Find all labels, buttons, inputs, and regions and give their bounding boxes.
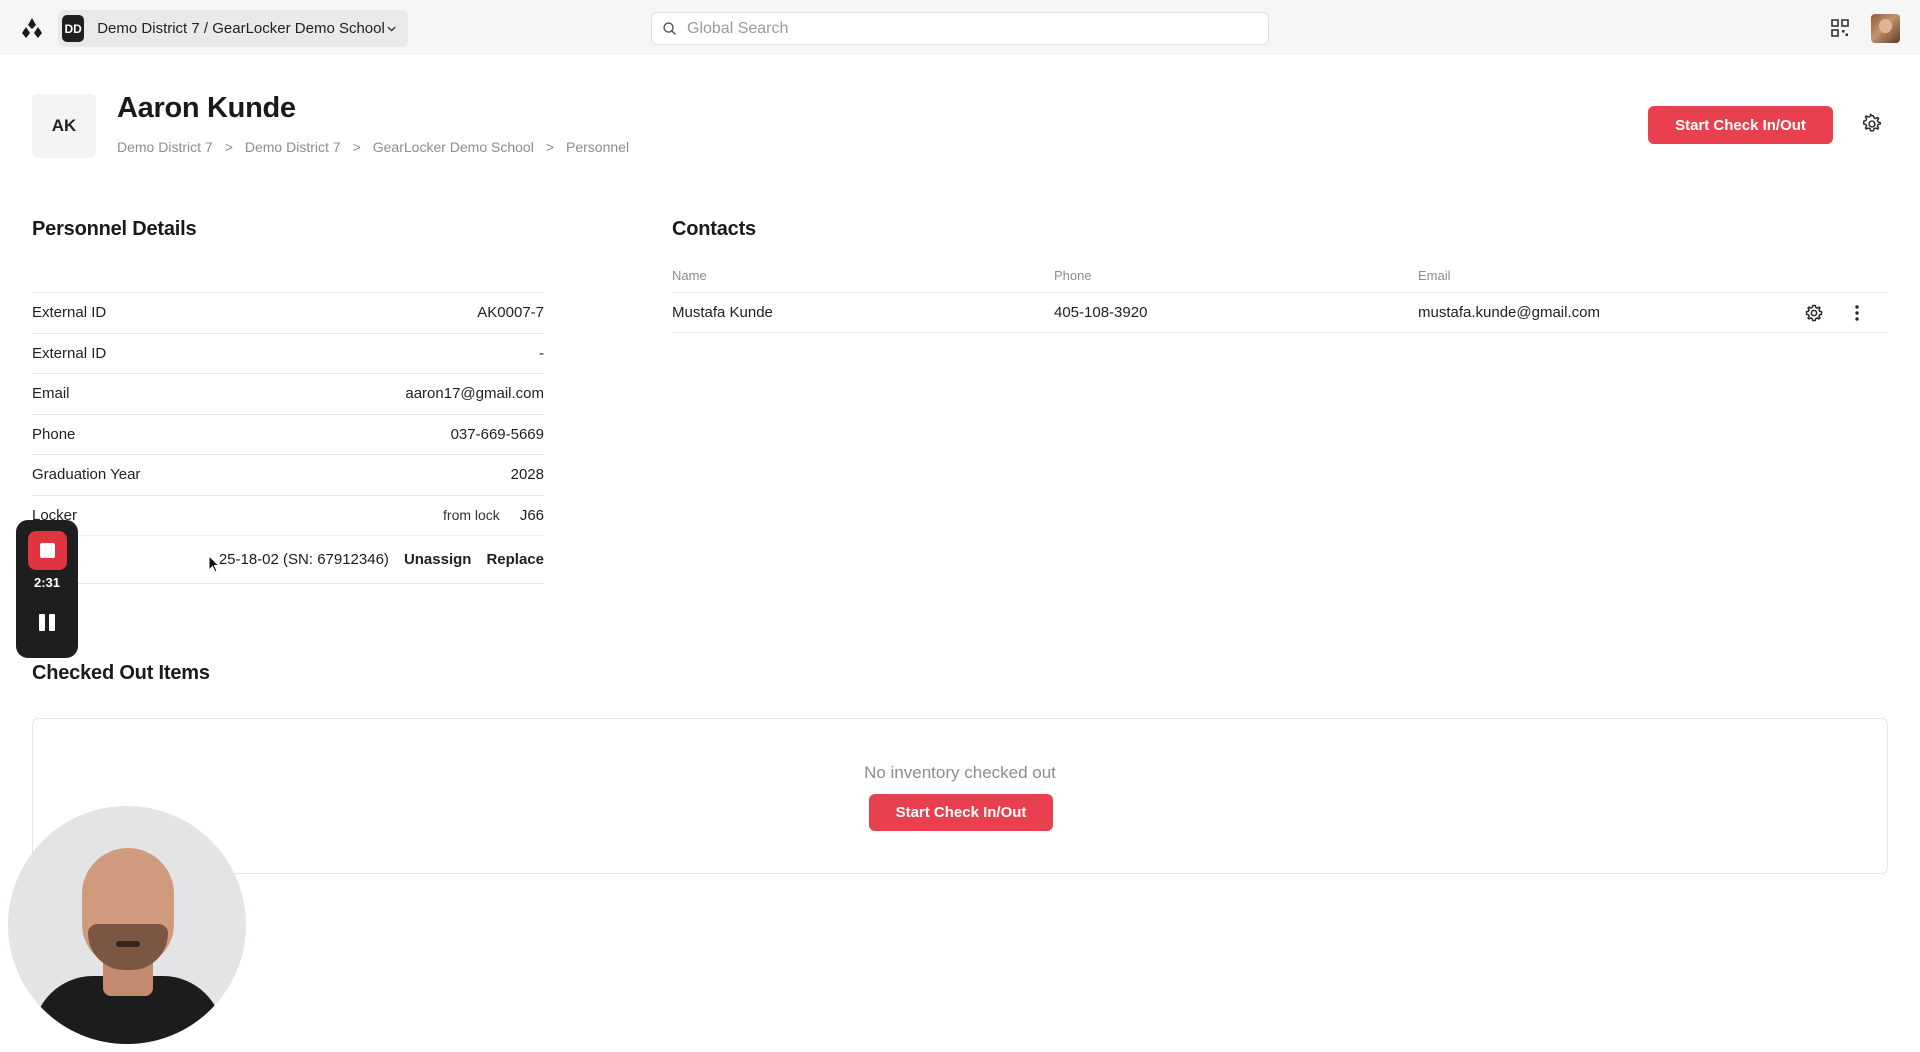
- detail-label: Phone: [32, 425, 76, 443]
- org-name: Demo District 7 / GearLocker Demo School: [97, 20, 385, 37]
- contacts-table: Name Phone Email Mustafa Kunde 405-108-3…: [672, 258, 1888, 333]
- replace-button[interactable]: Replace: [486, 551, 544, 568]
- mouse-cursor-icon: [208, 555, 220, 573]
- personnel-details-list: External ID AK0007-7 External ID - Email…: [32, 292, 544, 584]
- detail-value: 2028: [510, 466, 544, 484]
- breadcrumb-item-personnel[interactable]: Personnel: [566, 139, 629, 155]
- qr-code-icon[interactable]: [1830, 18, 1850, 38]
- detail-value: aaron17@gmail.com: [405, 385, 544, 403]
- contact-email: mustafa.kunde@gmail.com: [1418, 304, 1600, 321]
- top-bar: DD Demo District 7 / GearLocker Demo Sch…: [0, 0, 1920, 55]
- screen-recorder-controls: 2:31: [16, 520, 78, 658]
- webcam-bubble[interactable]: [8, 806, 246, 1044]
- detail-row-graduation-year: Graduation Year 2028: [32, 454, 544, 495]
- detail-label: External ID: [32, 304, 107, 322]
- detail-label: Email: [32, 385, 70, 403]
- user-avatar[interactable]: [1871, 14, 1900, 43]
- contacts-title: Contacts: [672, 218, 756, 240]
- table-row: Mustafa Kunde 405-108-3920 mustafa.kunde…: [672, 293, 1888, 333]
- search-icon: [663, 22, 676, 35]
- detail-label: External ID: [32, 344, 107, 362]
- detail-row-external-id-2: External ID -: [32, 332, 544, 374]
- breadcrumb-separator: >: [224, 139, 233, 155]
- column-header-email: Email: [1418, 267, 1451, 283]
- breadcrumb-item-district-2[interactable]: Demo District 7: [245, 139, 341, 155]
- detail-value: -: [539, 344, 544, 362]
- lock-assignment-row: 25-18-02 (SN: 67912346) Unassign Replace: [32, 534, 544, 584]
- gear-icon[interactable]: [1861, 113, 1883, 135]
- locker-number: J66: [519, 506, 544, 524]
- start-check-in-out-button[interactable]: Start Check In/Out: [869, 794, 1053, 831]
- detail-row-locker: Locker from lock J66: [32, 494, 544, 535]
- detail-value: 037-669-5669: [450, 425, 544, 443]
- search-input[interactable]: [687, 19, 1247, 38]
- breadcrumb: Demo District 7 > Demo District 7 > Gear…: [117, 139, 629, 155]
- breadcrumb-item-district[interactable]: Demo District 7: [117, 139, 213, 155]
- more-vertical-icon[interactable]: [1847, 303, 1867, 323]
- locker-from-text: from lock: [443, 507, 500, 523]
- personnel-avatar: AK: [32, 94, 96, 158]
- breadcrumb-item-school[interactable]: GearLocker Demo School: [373, 139, 534, 155]
- pause-icon[interactable]: [35, 610, 59, 634]
- checked-out-items-title: Checked Out Items: [32, 662, 210, 684]
- detail-row-phone: Phone 037-669-5669: [32, 413, 544, 455]
- column-header-phone: Phone: [1054, 267, 1092, 283]
- detail-row-external-id: External ID AK0007-7: [32, 292, 544, 333]
- breadcrumb-separator: >: [545, 139, 555, 155]
- webcam-person-beard: [88, 924, 168, 970]
- breadcrumb-separator: >: [352, 139, 361, 155]
- contact-name: Mustafa Kunde: [672, 304, 773, 321]
- unassign-button[interactable]: Unassign: [404, 551, 472, 568]
- gear-icon[interactable]: [1804, 303, 1824, 323]
- webcam-person-mouth: [116, 941, 140, 947]
- start-check-in-out-button[interactable]: Start Check In/Out: [1648, 106, 1833, 144]
- contact-phone: 405-108-3920: [1054, 304, 1148, 321]
- app-logo-icon[interactable]: [20, 16, 44, 40]
- org-avatar: DD: [62, 15, 85, 42]
- recording-timer: 2:31: [33, 575, 61, 590]
- detail-label: Graduation Year: [32, 466, 141, 484]
- table-header: Name Phone Email: [672, 258, 1888, 293]
- global-search[interactable]: [651, 12, 1269, 45]
- lock-combination: 25-18-02 (SN: 67912346): [218, 550, 389, 568]
- personnel-details-title: Personnel Details: [32, 218, 197, 240]
- empty-state-text: No inventory checked out: [864, 763, 1056, 782]
- detail-value: AK0007-7: [477, 304, 544, 322]
- checked-out-empty-state: No inventory checked out Start Check In/…: [32, 718, 1888, 874]
- org-switcher[interactable]: DD Demo District 7 / GearLocker Demo Sch…: [58, 10, 408, 47]
- chevron-down-icon: [387, 26, 396, 31]
- page-title: Aaron Kunde: [117, 92, 296, 124]
- stop-recording-button[interactable]: [28, 531, 67, 570]
- locker-value: from lock J66: [443, 507, 544, 524]
- column-header-name: Name: [672, 267, 707, 283]
- detail-row-email: Email aaron17@gmail.com: [32, 373, 544, 414]
